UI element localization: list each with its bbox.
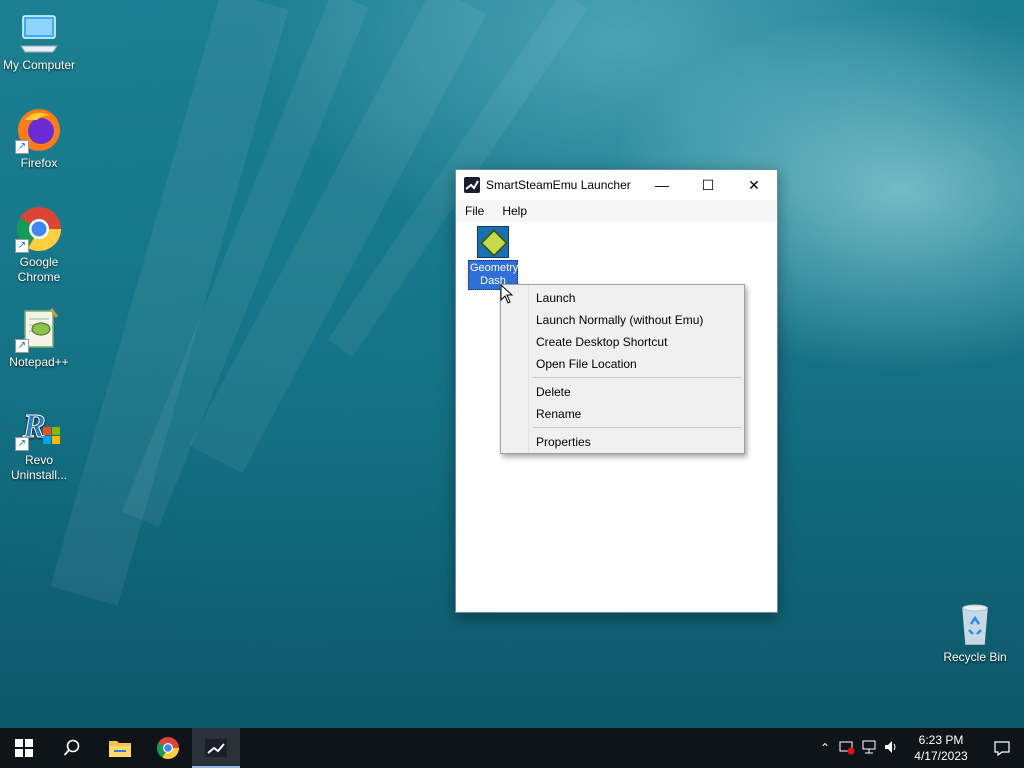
minimize-button[interactable]: — — [639, 170, 685, 200]
game-item-geometry-dash[interactable]: Geometry Dash — [468, 226, 518, 290]
security-center-icon[interactable] — [836, 739, 858, 758]
desktop-icon-firefox[interactable]: ↗ Firefox — [0, 106, 78, 171]
taskbar: ⌃ 6:23 PM 4/17/2023 — [0, 728, 1024, 768]
notepadpp-icon: ↗ — [15, 305, 63, 353]
menu-item-launch-normally[interactable]: Launch Normally (without Emu) — [501, 309, 744, 331]
desktop-icon-my-computer[interactable]: My Computer — [0, 8, 78, 73]
system-tray: ⌃ 6:23 PM 4/17/2023 — [814, 728, 1024, 768]
menu-help[interactable]: Help — [493, 204, 536, 218]
close-button[interactable]: ✕ — [731, 170, 777, 200]
shortcut-arrow-icon: ↗ — [15, 339, 29, 353]
clock-time: 6:23 PM — [918, 733, 964, 747]
firefox-icon: ↗ — [15, 106, 63, 154]
revo-icon: R ↗ — [15, 403, 63, 451]
show-hidden-icons-chevron-icon[interactable]: ⌃ — [814, 741, 836, 755]
taskbar-clock[interactable]: 6:23 PM 4/17/2023 — [902, 732, 980, 764]
shortcut-arrow-icon: ↗ — [15, 437, 29, 451]
mouse-cursor-icon — [500, 284, 514, 304]
clock-date: 4/17/2023 — [914, 749, 968, 763]
menu-file[interactable]: File — [456, 204, 493, 218]
monitor-icon — [15, 8, 63, 56]
desktop-icon-label: Firefox — [20, 156, 58, 170]
search-button[interactable] — [48, 728, 96, 768]
menu-item-launch[interactable]: Launch — [501, 287, 744, 309]
desktop-icon-label: Notepad++ — [9, 355, 69, 369]
menu-item-delete[interactable]: Delete — [501, 381, 744, 403]
chrome-icon: ↗ — [15, 205, 63, 253]
maximize-button[interactable]: ☐ — [685, 170, 731, 200]
desktop-icon-revo[interactable]: R ↗ Revo Uninstall... — [0, 403, 78, 483]
window-titlebar[interactable]: SmartSteamEmu Launcher — ☐ ✕ — [456, 170, 777, 200]
menu-bar: File Help — [456, 200, 777, 222]
menu-item-open-file-location[interactable]: Open File Location — [501, 353, 744, 375]
volume-icon[interactable] — [880, 739, 902, 758]
menu-item-properties[interactable]: Properties — [501, 431, 744, 453]
start-button[interactable] — [0, 728, 48, 768]
menu-item-create-shortcut[interactable]: Create Desktop Shortcut — [501, 331, 744, 353]
action-center-button[interactable] — [980, 728, 1024, 768]
search-icon — [63, 739, 80, 756]
network-icon[interactable] — [858, 739, 880, 758]
desktop-icon-label: My Computer — [2, 58, 76, 72]
recycle-bin-icon — [951, 600, 999, 648]
taskbar-file-explorer[interactable] — [96, 728, 144, 768]
shortcut-arrow-icon: ↗ — [15, 239, 29, 253]
game-label-line1: Geometry — [470, 262, 519, 274]
desktop-icon-label: Recycle Bin — [943, 650, 1007, 664]
chrome-icon — [157, 737, 179, 759]
desktop-icon-notepadpp[interactable]: ↗ Notepad++ — [0, 305, 78, 370]
geometry-dash-icon — [477, 226, 509, 258]
desktop-icon-label: Revo Uninstall... — [10, 453, 68, 482]
desktop-icon-chrome[interactable]: ↗ Google Chrome — [0, 205, 78, 285]
folder-icon — [109, 741, 131, 757]
steam-emu-app-icon — [464, 177, 480, 193]
desktop-icon-label: Google Chrome — [17, 255, 61, 284]
taskbar-chrome[interactable] — [144, 728, 192, 768]
windows-logo-icon — [15, 739, 33, 757]
window-title: SmartSteamEmu Launcher — [486, 178, 631, 192]
context-menu: Launch Launch Normally (without Emu) Cre… — [500, 284, 745, 454]
shortcut-arrow-icon: ↗ — [15, 140, 29, 154]
taskbar-smartsteamemu[interactable] — [192, 728, 240, 768]
notification-icon — [994, 741, 1010, 756]
menu-item-rename[interactable]: Rename — [501, 403, 744, 425]
steam-emu-app-icon — [205, 739, 227, 757]
desktop-icon-recycle-bin[interactable]: Recycle Bin — [938, 600, 1012, 665]
